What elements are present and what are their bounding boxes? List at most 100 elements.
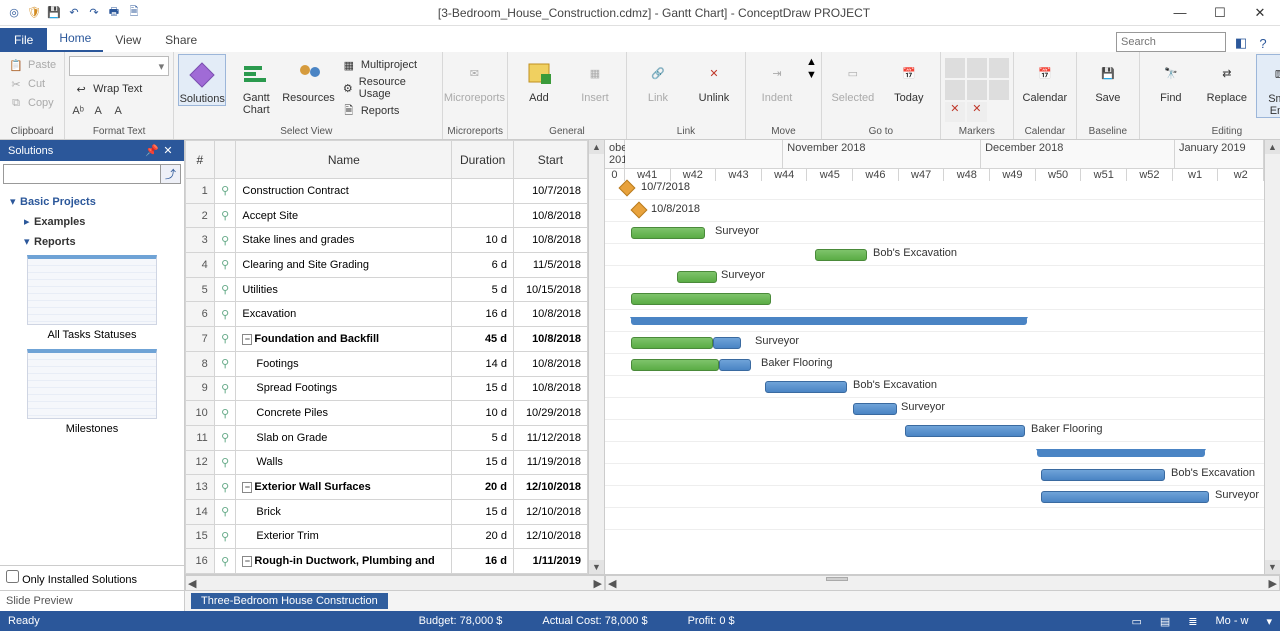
- only-installed-checkbox[interactable]: Only Installed Solutions: [6, 574, 137, 586]
- copy-button[interactable]: ⧉Copy: [4, 94, 60, 112]
- gantt-row[interactable]: [605, 310, 1264, 332]
- close-panel-icon[interactable]: ✕: [160, 144, 176, 157]
- tree-reports[interactable]: ▾Reports: [6, 231, 178, 251]
- gantt-row[interactable]: Bob's Excavation: [605, 244, 1264, 266]
- task-bar[interactable]: [677, 271, 717, 283]
- help-icon[interactable]: ?: [1254, 34, 1272, 52]
- col-duration[interactable]: Duration: [452, 141, 514, 179]
- milestone-icon[interactable]: [619, 180, 636, 197]
- col-num[interactable]: #: [186, 141, 215, 179]
- table-row[interactable]: 13⚲−Exterior Wall Surfaces20 d12/10/2018: [186, 475, 588, 500]
- link-button[interactable]: 🔗Link: [631, 54, 685, 104]
- status-view-icon2[interactable]: ▤: [1160, 615, 1170, 628]
- baseline-save-button[interactable]: 💾Save: [1081, 54, 1135, 104]
- milestone-icon[interactable]: [631, 202, 648, 219]
- task-bar[interactable]: [765, 381, 847, 393]
- task-bar[interactable]: [631, 359, 719, 371]
- gantt-chart-button[interactable]: Gantt Chart: [232, 54, 280, 116]
- undo-icon[interactable]: ↶: [66, 5, 82, 21]
- pin-icon[interactable]: 📌: [144, 144, 160, 157]
- task-bar[interactable]: [631, 293, 771, 305]
- task-bar[interactable]: [905, 425, 1025, 437]
- target-icon[interactable]: ◎: [6, 5, 22, 21]
- smart-enter-button[interactable]: ⌨Smart Enter: [1256, 54, 1280, 118]
- thumb-all-tasks[interactable]: All Tasks Statuses: [6, 255, 178, 341]
- table-row[interactable]: 11⚲Slab on Grade5 d11/12/2018: [186, 425, 588, 450]
- doc-icon[interactable]: 🗎: [126, 5, 142, 21]
- status-zoom-dropdown-icon[interactable]: ▾: [1266, 615, 1272, 628]
- table-row[interactable]: 3⚲Stake lines and grades10 d10/8/2018: [186, 228, 588, 253]
- task-bar[interactable]: [631, 227, 705, 239]
- table-row[interactable]: 14⚲Brick15 d12/10/2018: [186, 499, 588, 524]
- move-down-icon[interactable]: ▼: [806, 69, 817, 81]
- status-view-icon1[interactable]: ▭: [1131, 615, 1141, 628]
- gantt-row[interactable]: Baker Flooring: [605, 354, 1264, 376]
- table-row[interactable]: 7⚲−Foundation and Backfill45 d10/8/2018: [186, 327, 588, 352]
- maximize-button[interactable]: ☐: [1200, 0, 1240, 26]
- table-row[interactable]: 6⚲Excavation16 d10/8/2018: [186, 302, 588, 327]
- solutions-button[interactable]: Solutions: [178, 54, 226, 106]
- font-color-icon[interactable]: Aᵇ: [69, 102, 87, 120]
- font-select[interactable]: ▾: [69, 56, 169, 76]
- gantt-row[interactable]: [605, 442, 1264, 464]
- table-row[interactable]: 1⚲Construction Contract10/7/2018: [186, 179, 588, 204]
- table-row[interactable]: 15⚲Exterior Trim20 d12/10/2018: [186, 524, 588, 549]
- status-view-icon3[interactable]: ≣: [1188, 615, 1197, 628]
- task-bar[interactable]: [853, 403, 897, 415]
- gantt-vscroll[interactable]: ▲▼: [1264, 140, 1280, 574]
- panel-toggle-icon[interactable]: ◧: [1232, 34, 1250, 52]
- table-row[interactable]: 16⚲−Rough-in Ductwork, Plumbing and16 d1…: [186, 549, 588, 574]
- gantt-row[interactable]: Surveyor: [605, 332, 1264, 354]
- home-tab[interactable]: Home: [47, 26, 103, 52]
- wrap-text-button[interactable]: ↩Wrap Text: [69, 80, 169, 98]
- table-row[interactable]: 9⚲Spread Footings15 d10/8/2018: [186, 376, 588, 401]
- resource-usage-button[interactable]: ⚙Resource Usage: [337, 75, 435, 101]
- grid-hscroll[interactable]: ◀▶: [185, 575, 605, 591]
- today-button[interactable]: 📅Today: [882, 54, 936, 104]
- gantt-row[interactable]: 10/7/2018: [605, 178, 1264, 200]
- table-row[interactable]: 5⚲Utilities5 d10/15/2018: [186, 277, 588, 302]
- cut-button[interactable]: ✂Cut: [4, 75, 60, 93]
- view-tab[interactable]: View: [103, 28, 153, 52]
- gantt-row[interactable]: 10/8/2018: [605, 200, 1264, 222]
- find-button[interactable]: 🔭Find: [1144, 54, 1198, 104]
- search-input[interactable]: [1116, 32, 1226, 52]
- shield-icon[interactable]: 🛡: [26, 5, 42, 21]
- font-smaller-icon[interactable]: A: [89, 102, 107, 120]
- summary-bar[interactable]: [631, 317, 1027, 325]
- col-name[interactable]: Name: [236, 141, 452, 179]
- solutions-search-button[interactable]: ⤴: [161, 164, 181, 184]
- task-bar[interactable]: [1041, 491, 1209, 503]
- task-bar[interactable]: [815, 249, 867, 261]
- save-icon[interactable]: 💾: [46, 5, 62, 21]
- move-up-icon[interactable]: ▲: [806, 56, 817, 68]
- gantt-row[interactable]: Surveyor: [605, 486, 1264, 508]
- gantt-row[interactable]: Bob's Excavation: [605, 376, 1264, 398]
- gantt-row[interactable]: [605, 288, 1264, 310]
- summary-bar[interactable]: [1037, 449, 1205, 457]
- gantt-row[interactable]: Surveyor: [605, 266, 1264, 288]
- table-row[interactable]: 12⚲Walls15 d11/19/2018: [186, 450, 588, 475]
- font-bigger-icon[interactable]: A: [109, 102, 127, 120]
- reports-button[interactable]: 🗎Reports: [337, 102, 435, 120]
- gantt-row[interactable]: Bob's Excavation: [605, 464, 1264, 486]
- replace-button[interactable]: ⇄Replace: [1200, 54, 1254, 104]
- gantt-row[interactable]: Surveyor: [605, 398, 1264, 420]
- tree-examples[interactable]: ▸Examples: [6, 211, 178, 231]
- solutions-search-input[interactable]: [3, 164, 161, 184]
- table-row[interactable]: 2⚲Accept Site10/8/2018: [186, 203, 588, 228]
- indent-button[interactable]: ⇥Indent: [750, 54, 804, 104]
- col-icon[interactable]: [214, 141, 236, 179]
- grid-vscroll[interactable]: ▲▼: [588, 140, 604, 574]
- col-start[interactable]: Start: [513, 141, 587, 179]
- gantt-hscroll[interactable]: ◀▶: [605, 575, 1280, 591]
- unlink-button[interactable]: ✕Unlink: [687, 54, 741, 104]
- table-row[interactable]: 10⚲Concrete Piles10 d10/29/2018: [186, 401, 588, 426]
- redo-icon[interactable]: ↷: [86, 5, 102, 21]
- microreports-button[interactable]: ✉Microreports: [447, 54, 501, 104]
- close-button[interactable]: ✕: [1240, 0, 1280, 26]
- resources-button[interactable]: Resources: [282, 54, 335, 104]
- print-icon[interactable]: 🖶: [106, 5, 122, 21]
- status-zoom[interactable]: Mo - w: [1215, 615, 1248, 627]
- calendar-button[interactable]: 📅Calendar: [1018, 54, 1072, 104]
